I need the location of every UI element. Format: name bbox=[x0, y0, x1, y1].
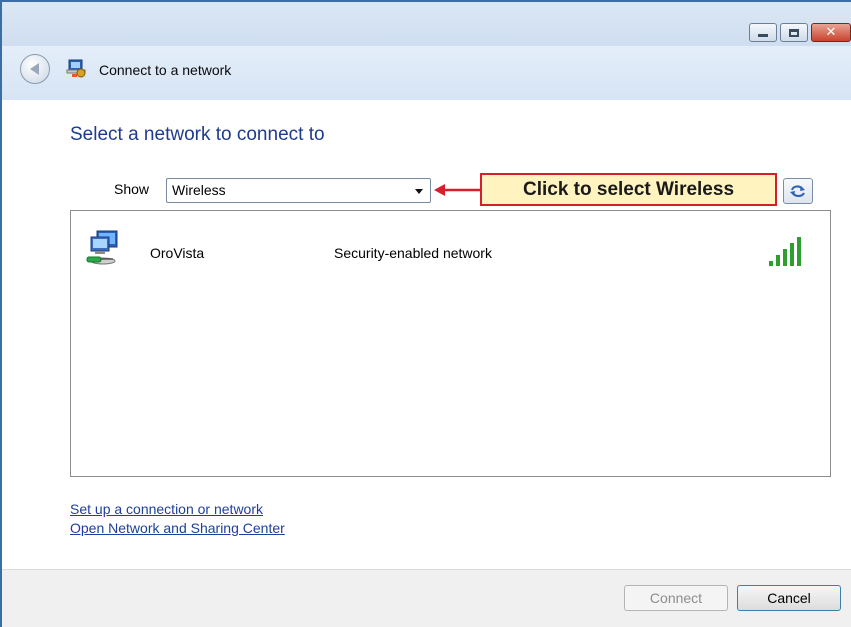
maximize-button[interactable] bbox=[780, 23, 808, 42]
window-controls: ✕ bbox=[749, 23, 851, 42]
refresh-icon bbox=[790, 185, 805, 197]
network-security-status: Security-enabled network bbox=[334, 245, 492, 261]
show-label: Show bbox=[114, 181, 150, 197]
network-connect-icon bbox=[66, 59, 86, 78]
annotation-callout: Click to select Wireless bbox=[480, 173, 777, 206]
annotation-arrow-icon bbox=[434, 184, 482, 196]
network-list-item[interactable]: OroVista Security-enabled network bbox=[71, 211, 830, 275]
wireless-computer-icon bbox=[86, 230, 118, 265]
back-arrow-icon bbox=[29, 63, 39, 75]
show-filter-select[interactable]: Wireless bbox=[166, 178, 431, 203]
show-filter-value: Wireless bbox=[172, 182, 226, 198]
minimize-button[interactable] bbox=[749, 23, 777, 42]
network-sharing-center-link[interactable]: Open Network and Sharing Center bbox=[70, 520, 285, 536]
refresh-button[interactable] bbox=[783, 178, 813, 204]
page-heading: Select a network to connect to bbox=[70, 124, 325, 145]
back-button[interactable] bbox=[20, 54, 50, 84]
signal-strength-icon bbox=[769, 237, 801, 266]
window-title: Connect to a network bbox=[99, 62, 232, 78]
connect-to-network-window: ✕ Connect to a network Select a network … bbox=[0, 0, 851, 627]
maximize-icon bbox=[789, 28, 799, 37]
cancel-button[interactable]: Cancel bbox=[737, 585, 841, 611]
network-list: OroVista Security-enabled network bbox=[70, 210, 831, 477]
chevron-down-icon bbox=[415, 189, 423, 194]
dialog-footer: Connect Cancel bbox=[2, 569, 851, 627]
setup-connection-link[interactable]: Set up a connection or network bbox=[70, 501, 263, 517]
close-icon: ✕ bbox=[825, 25, 837, 40]
close-button[interactable]: ✕ bbox=[811, 23, 851, 42]
title-bar: ✕ Connect to a network bbox=[2, 2, 851, 100]
connect-button[interactable]: Connect bbox=[624, 585, 728, 611]
network-name: OroVista bbox=[150, 245, 205, 261]
minimize-icon bbox=[758, 33, 768, 37]
